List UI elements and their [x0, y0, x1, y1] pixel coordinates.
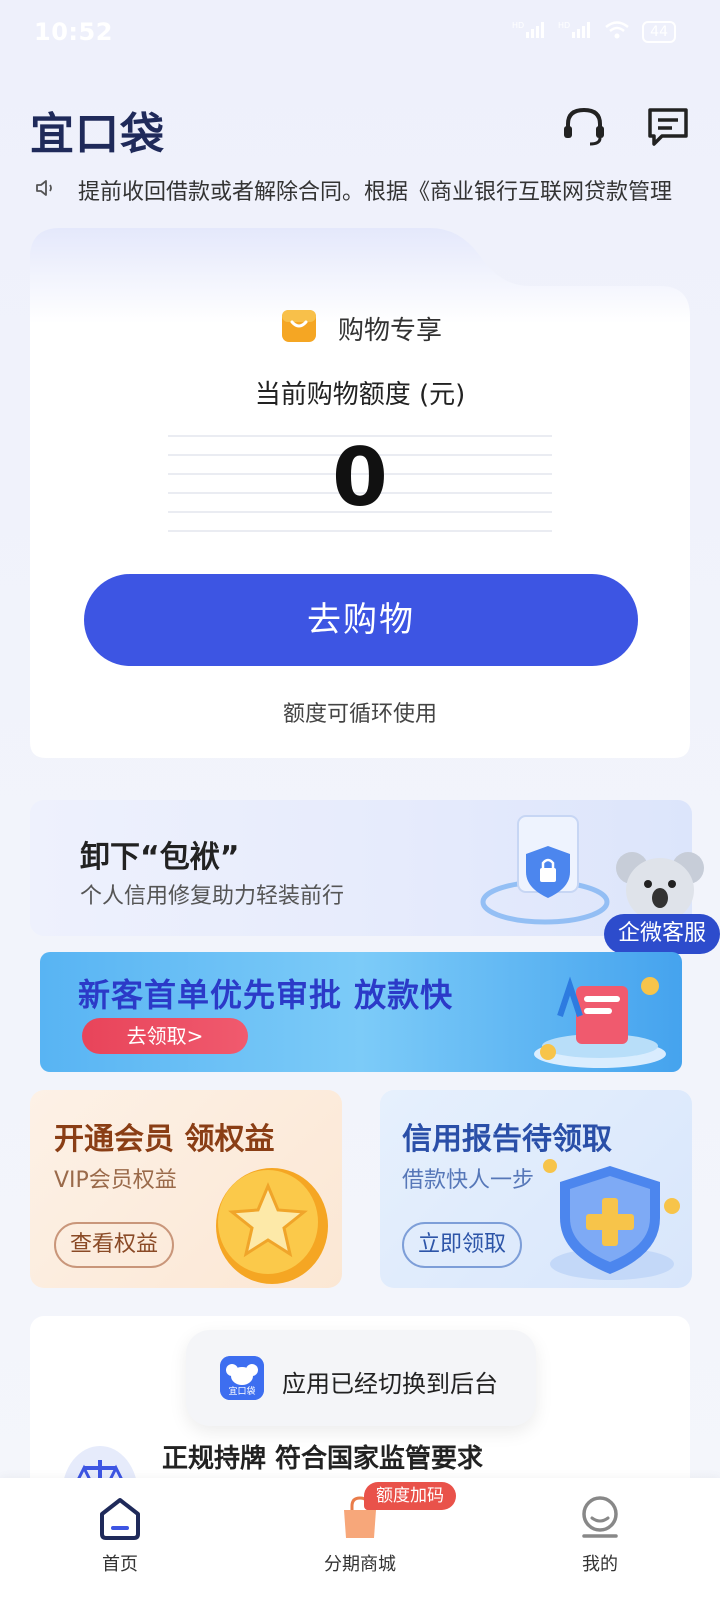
- wifi-icon: [604, 20, 630, 44]
- toast-text: 应用已经切换到后台: [282, 1370, 498, 1398]
- tab-mall-label: 分期商城: [324, 1554, 396, 1575]
- credit-report-card[interactable]: 信用报告待领取 借款快人一步 立即领取: [380, 1090, 692, 1288]
- go-shopping-button[interactable]: 去购物: [84, 574, 638, 666]
- view-benefits-button[interactable]: 查看权益: [54, 1222, 174, 1268]
- new-customer-banner[interactable]: 新客首单优先审批 放款快 去领取>: [40, 952, 682, 1072]
- signal-1-icon: HD: [512, 20, 546, 44]
- vip-subtitle: VIP会员权益: [54, 1168, 177, 1193]
- headset-icon: [564, 107, 604, 146]
- banner1-title: 卸下“包袱”: [80, 840, 240, 875]
- customer-service-button[interactable]: [560, 102, 608, 150]
- home-icon: [100, 1498, 140, 1540]
- tab-mine[interactable]: 我的: [480, 1478, 720, 1600]
- speaker-icon: [36, 180, 52, 196]
- tab-home-label: 首页: [102, 1554, 138, 1575]
- vip-title: 开通会员 领权益: [54, 1122, 275, 1157]
- status-icons: HD HD 44: [512, 20, 676, 44]
- app-header: 宜口袋: [0, 96, 720, 160]
- svg-text:HD: HD: [558, 21, 570, 30]
- limit-value: 0: [332, 431, 388, 524]
- wecom-customer-service-button[interactable]: 企微客服: [604, 914, 720, 954]
- banner1-subtitle: 个人信用修复助力轻装前行: [80, 884, 345, 909]
- star-coin-icon: [216, 1168, 328, 1284]
- tab-mine-label: 我的: [582, 1554, 618, 1575]
- svg-text:HD: HD: [512, 21, 524, 30]
- profile-icon: [582, 1496, 618, 1538]
- app-logo: 宜口袋: [30, 109, 165, 160]
- banner2-title: 新客首单优先审批 放款快: [78, 976, 454, 1014]
- vip-card[interactable]: 开通会员 领权益 VIP会员权益 查看权益: [30, 1090, 342, 1288]
- message-icon: [648, 108, 688, 146]
- message-button[interactable]: [644, 102, 692, 150]
- regulation-text: 正规持牌 符合国家监管要求: [162, 1444, 484, 1474]
- limit-label: 当前购物额度 (元): [254, 380, 466, 410]
- notice-text: 提前收回借款或者解除合同。根据《商业银行互联网贷款管理: [78, 180, 673, 205]
- battery-indicator: 44: [642, 21, 676, 43]
- shield-lock-illustration-icon: [480, 815, 610, 925]
- status-time: 10:52: [34, 18, 113, 46]
- shop-exclusive-title: 购物专享: [338, 316, 443, 346]
- bottom-tab-bar: 首页 分期商城 我的: [0, 1478, 720, 1600]
- recycle-note: 额度可循环使用: [282, 702, 437, 727]
- limit-boost-badge: 额度加码: [364, 1482, 456, 1510]
- shopping-limit-card: 购物专享 当前购物额度 (元) 0 去购物 额度可循环使用: [30, 228, 690, 758]
- notice-bar[interactable]: 提前收回借款或者解除合同。根据《商业银行互联网贷款管理: [30, 170, 720, 206]
- app-icon: 宜口袋: [220, 1356, 264, 1400]
- shield-plus-icon: [543, 1159, 680, 1280]
- credit-subtitle: 借款快人一步: [402, 1168, 535, 1193]
- claim-button[interactable]: 去领取>: [82, 1018, 248, 1054]
- shopping-bag-icon: [282, 310, 316, 342]
- status-bar: 10:52 HD HD 44: [0, 0, 720, 66]
- signal-2-icon: HD: [558, 20, 592, 44]
- background-switch-toast: 宜口袋 应用已经切换到后台: [186, 1330, 536, 1426]
- claim-now-button[interactable]: 立即领取: [402, 1222, 522, 1268]
- tab-home[interactable]: 首页: [0, 1478, 240, 1600]
- svg-text:宜口袋: 宜口袋: [228, 1385, 255, 1397]
- approval-document-illustration-icon: [534, 976, 666, 1068]
- credit-repair-banner[interactable]: 卸下“包袱” 个人信用修复助力轻装前行: [30, 800, 692, 936]
